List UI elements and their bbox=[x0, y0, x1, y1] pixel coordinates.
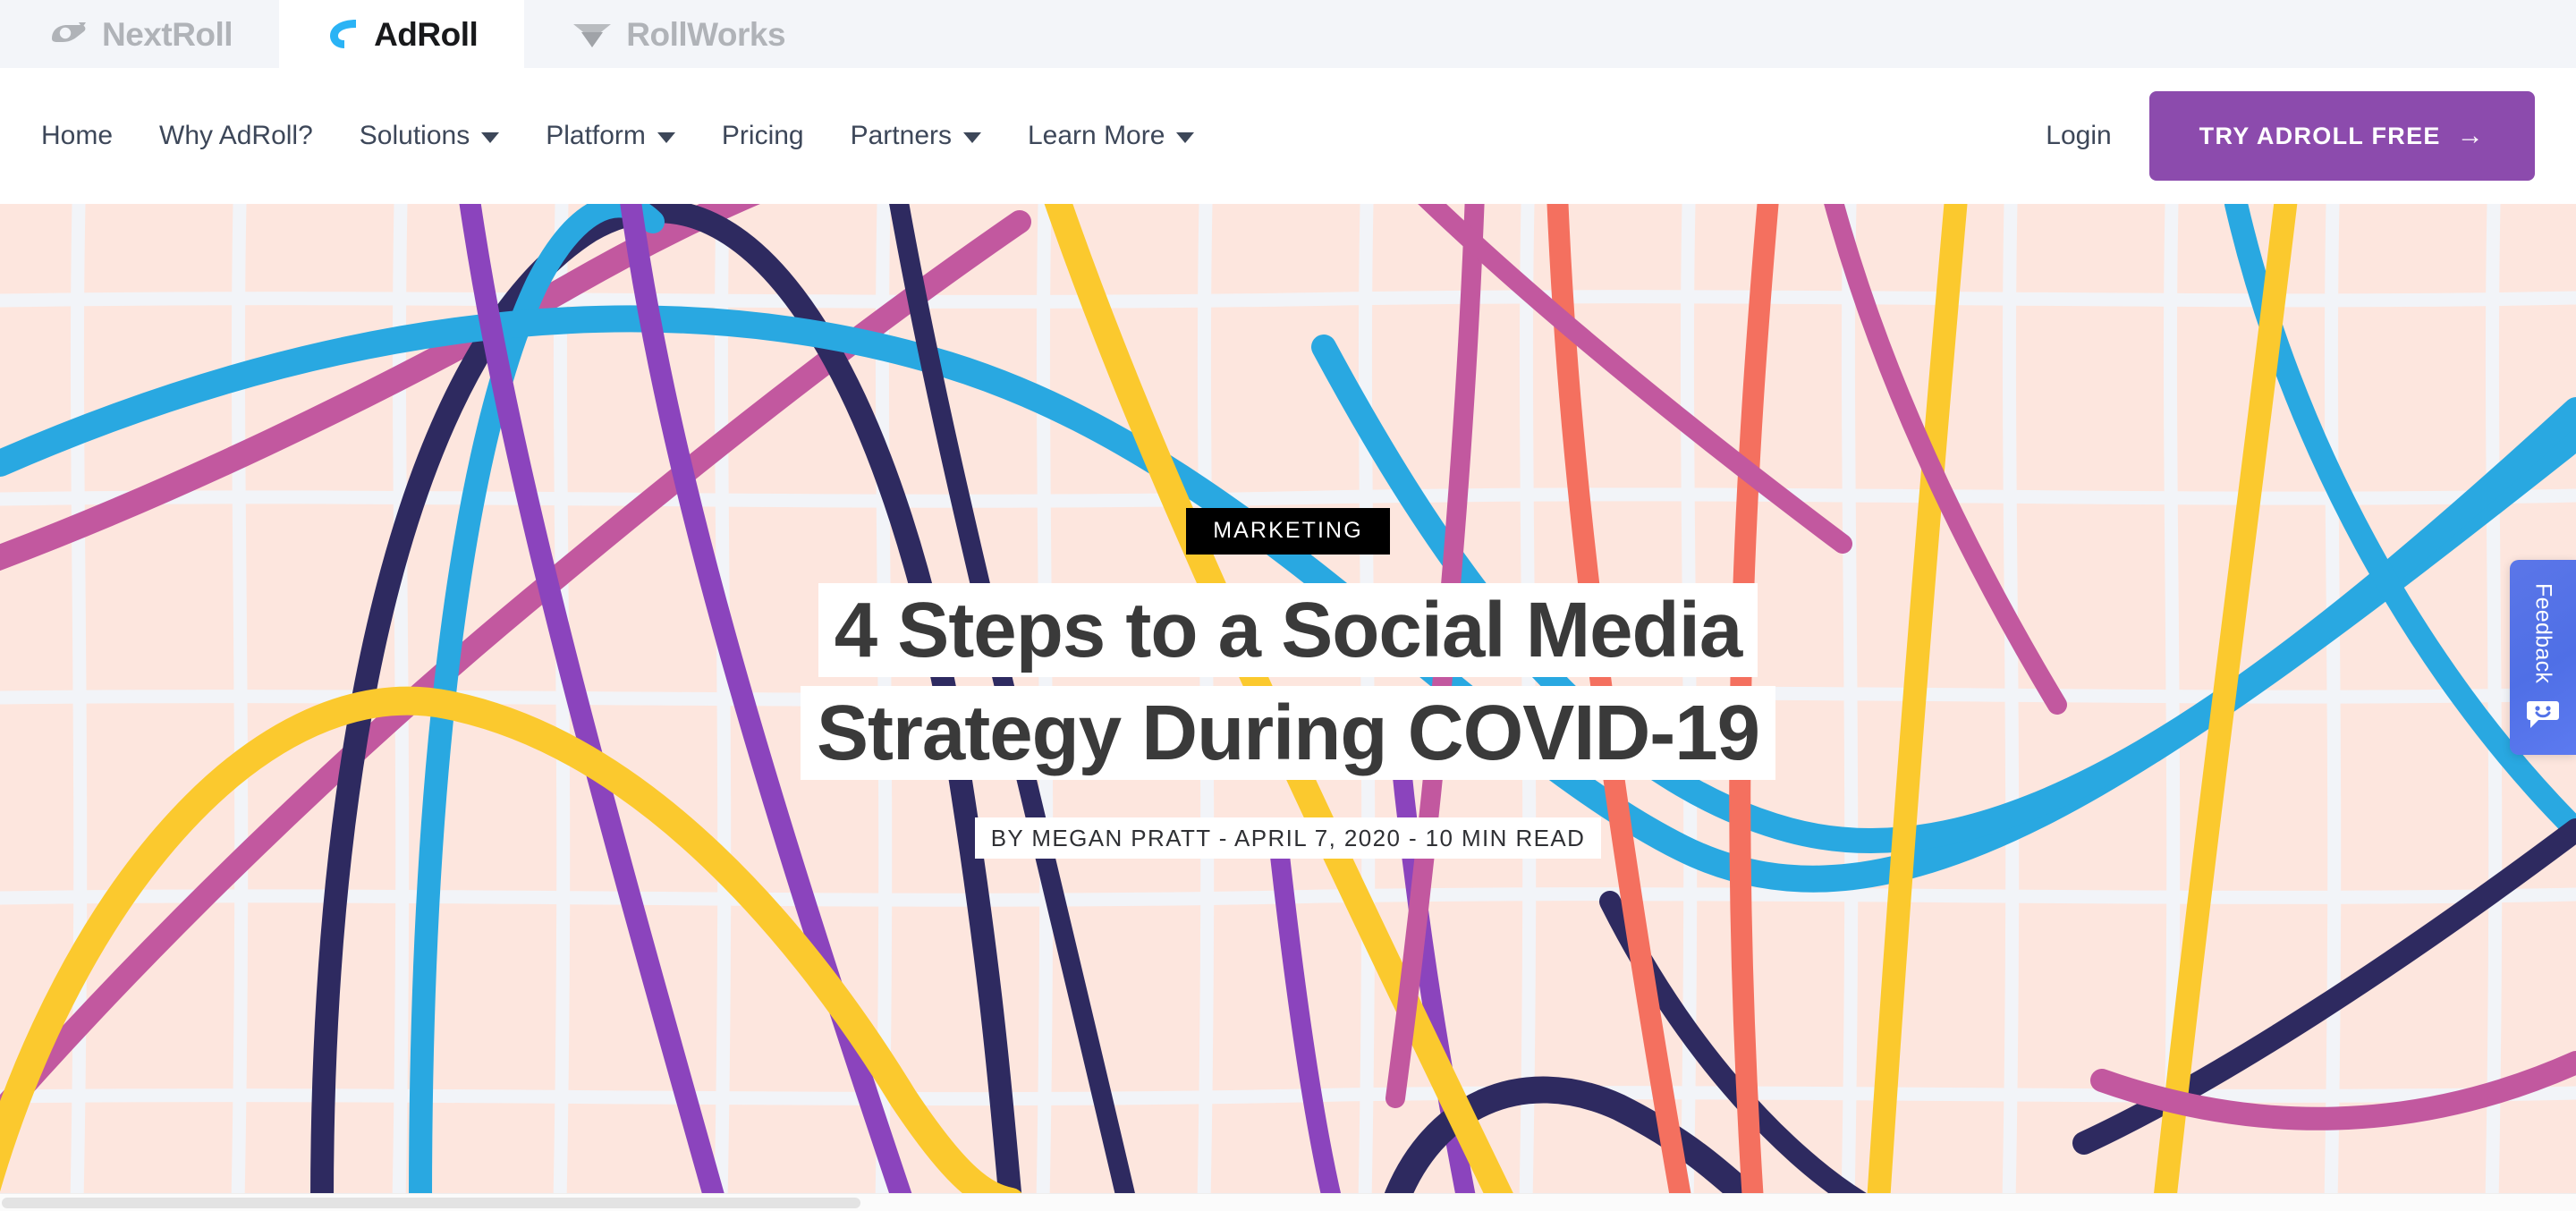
nav-item-label: Home bbox=[41, 121, 114, 150]
brand-tab-nextroll[interactable]: NextRoll bbox=[0, 0, 279, 68]
chevron-down-icon bbox=[1176, 132, 1195, 143]
chevron-down-icon bbox=[657, 132, 675, 143]
main-navigation: Home Why AdRoll? Solutions Platform Pric… bbox=[0, 68, 2576, 204]
nav-item-learn-more[interactable]: Learn More bbox=[1004, 121, 1217, 151]
adroll-logo-icon bbox=[326, 17, 361, 51]
feedback-tab-button[interactable]: Feedback bbox=[2510, 560, 2576, 755]
page-title-line-2: Strategy During COVID-19 bbox=[800, 685, 1776, 780]
rollworks-logo-icon bbox=[571, 18, 614, 50]
brand-tab-label: NextRoll bbox=[102, 15, 233, 53]
nav-item-label: Partners bbox=[850, 121, 952, 150]
arrow-right-icon: → bbox=[2456, 121, 2485, 150]
nav-item-label: Pricing bbox=[721, 121, 804, 150]
brand-switcher-bar: NextRoll AdRoll RollWorks bbox=[0, 0, 2576, 68]
nav-item-label: Solutions bbox=[359, 121, 470, 150]
category-badge[interactable]: MARKETING bbox=[1186, 508, 1390, 555]
nav-links-group: Home Why AdRoll? Solutions Platform Pric… bbox=[36, 121, 1217, 151]
horizontal-scrollbar[interactable] bbox=[0, 1193, 2576, 1211]
brand-tab-rollworks[interactable]: RollWorks bbox=[524, 0, 832, 68]
brand-tab-label: RollWorks bbox=[626, 15, 786, 53]
brand-tab-adroll[interactable]: AdRoll bbox=[279, 0, 525, 68]
nav-item-pricing[interactable]: Pricing bbox=[699, 121, 827, 151]
article-byline: BY MEGAN PRATT - APRIL 7, 2020 - 10 MIN … bbox=[974, 817, 1602, 859]
nav-item-label: Learn More bbox=[1028, 121, 1165, 150]
nav-item-partners[interactable]: Partners bbox=[827, 121, 1004, 151]
scrollbar-thumb[interactable] bbox=[2, 1198, 860, 1208]
smiley-chat-icon bbox=[2526, 699, 2560, 734]
nav-actions-group: Login TRY ADROLL FREE → bbox=[2008, 91, 2535, 181]
login-link[interactable]: Login bbox=[2008, 121, 2148, 151]
page-title-line-1: 4 Steps to a Social Media bbox=[818, 583, 1758, 677]
feedback-label: Feedback bbox=[2530, 583, 2556, 684]
brand-tab-label: AdRoll bbox=[374, 15, 479, 53]
nav-item-solutions[interactable]: Solutions bbox=[336, 121, 522, 151]
chevron-down-icon bbox=[963, 132, 981, 143]
nav-item-platform[interactable]: Platform bbox=[522, 121, 699, 151]
nav-item-why-adroll[interactable]: Why AdRoll? bbox=[136, 121, 336, 151]
try-adroll-free-button[interactable]: TRY ADROLL FREE → bbox=[2148, 91, 2535, 181]
page-title: 4 Steps to a Social Media Strategy Durin… bbox=[800, 580, 1776, 785]
nav-item-label: Platform bbox=[546, 121, 646, 150]
nextroll-logo-icon bbox=[47, 19, 89, 49]
chevron-down-icon bbox=[481, 132, 500, 143]
hero-banner: MARKETING 4 Steps to a Social Media Stra… bbox=[0, 204, 2576, 1202]
nav-item-label: Why AdRoll? bbox=[159, 121, 313, 150]
cta-label: TRY ADROLL FREE bbox=[2199, 122, 2441, 149]
nav-item-home[interactable]: Home bbox=[36, 121, 136, 151]
